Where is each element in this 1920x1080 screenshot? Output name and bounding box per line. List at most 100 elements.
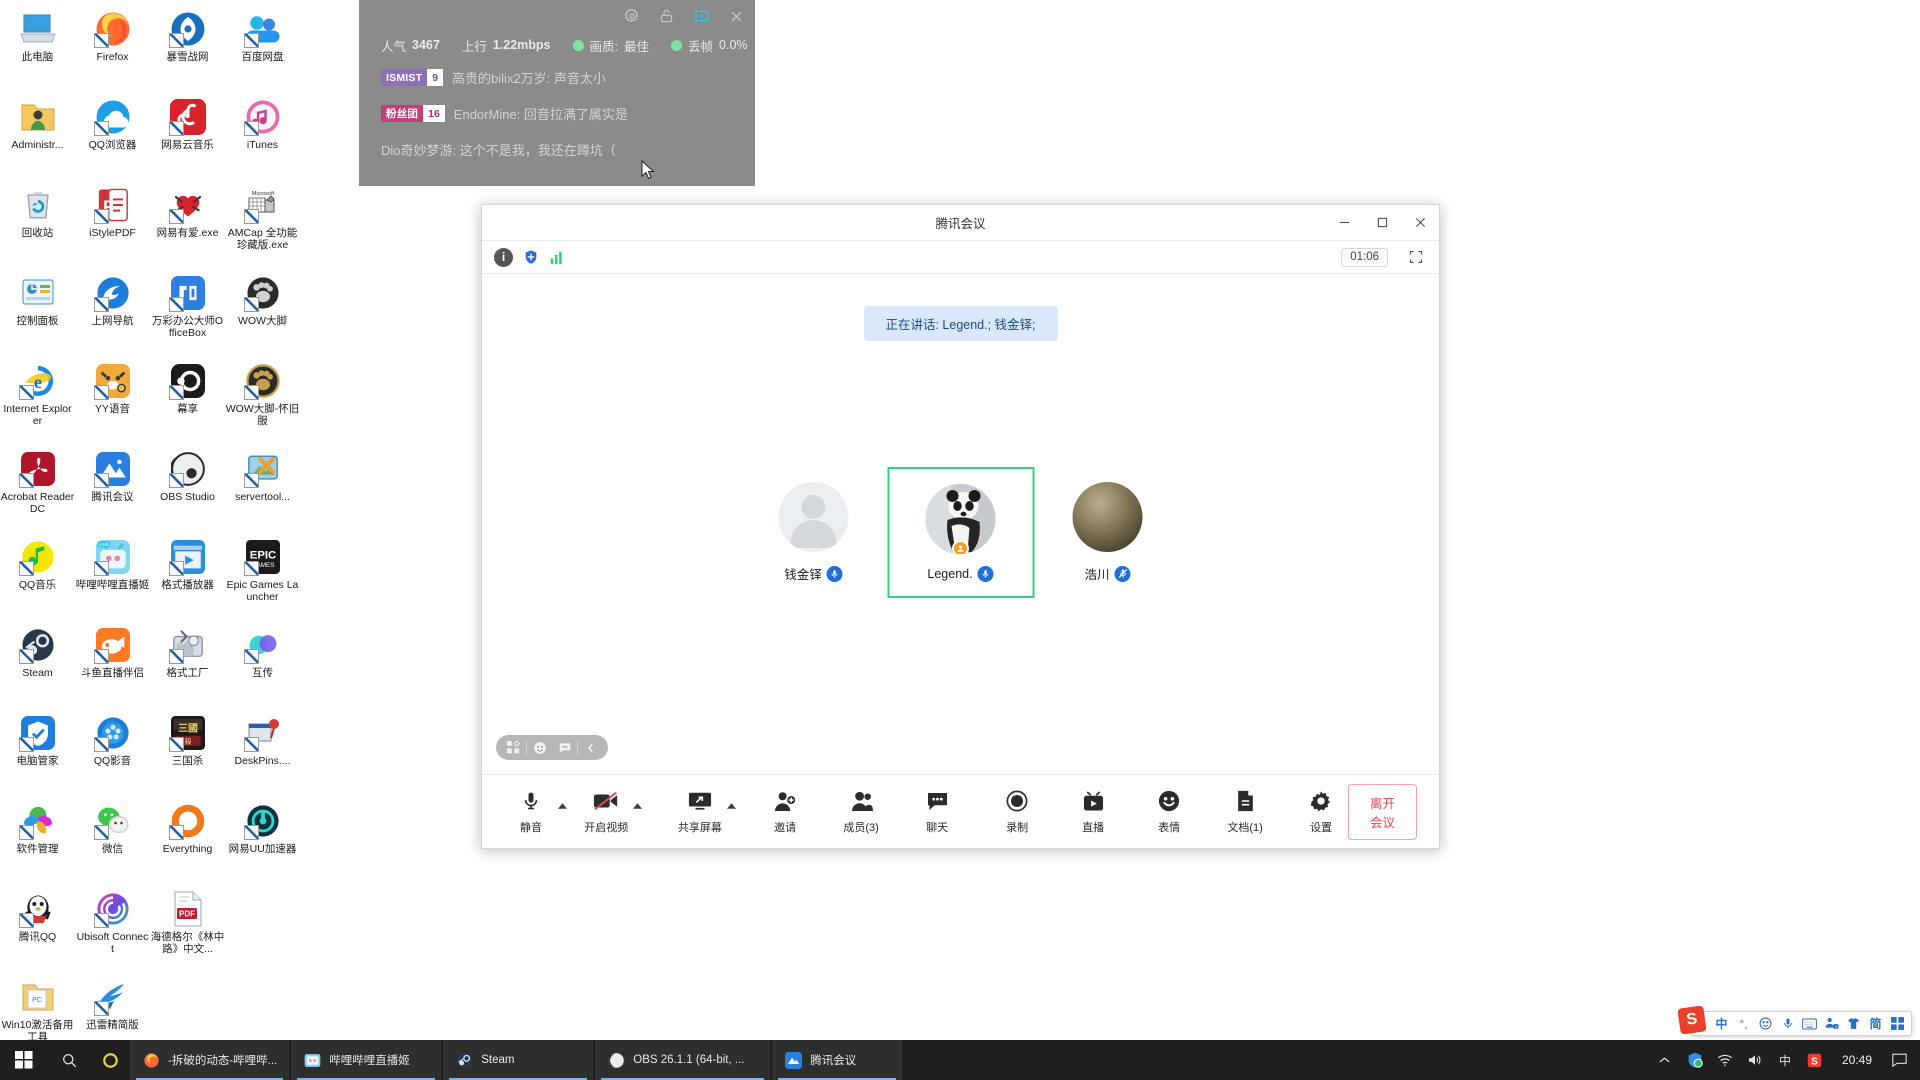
desktop-icon-deskpins-icon[interactable]: DeskPins.... (225, 708, 300, 796)
picture-in-picture-icon[interactable] (693, 8, 710, 25)
desktop-icon-netease-music-icon[interactable]: 网易云音乐 (150, 92, 225, 180)
pc-manager-tray-icon[interactable] (1680, 1040, 1710, 1080)
wifi-icon[interactable] (1710, 1040, 1740, 1080)
desktop-icon-baidu-netdisk-icon[interactable]: 百度网盘 (225, 4, 300, 92)
skin-icon[interactable] (1843, 1013, 1864, 1034)
settings-button[interactable]: 设置 (1294, 788, 1348, 835)
meeting-subbar[interactable]: i 01:06 (482, 241, 1439, 274)
invite-button[interactable]: 邀请 (758, 788, 812, 835)
desktop-icon-user-folder-icon[interactable]: Administr... (0, 92, 75, 180)
windows-start-icon[interactable] (0, 1040, 48, 1080)
close-icon[interactable] (728, 8, 745, 25)
desktop-icon-battlenet-icon[interactable]: 暴雪战网 (150, 4, 225, 92)
desktop-icon-computer-icon[interactable]: 此电脑 (0, 4, 75, 92)
cortana-icon[interactable] (90, 1040, 130, 1080)
desktop-icon-format-player-icon[interactable]: 格式播放器 (150, 532, 225, 620)
start-video-button[interactable]: 开启视频 (579, 788, 633, 835)
tencent-meeting-window[interactable]: 腾讯会议 i 01:06 正在讲话: Legend.; 钱金铎; 钱金铎 Leg… (481, 204, 1440, 849)
taskbar-app-obs[interactable]: OBS 26.1.1 (64-bit, ... (595, 1040, 771, 1080)
taskbar-app-steam[interactable]: Steam (443, 1040, 594, 1080)
desktop[interactable]: 此电脑 Firefox 暴雪战网 百度网盘 Administr... QQ浏览器 网易云音乐… (0, 0, 1920, 1080)
desktop-icon-internet-explorer-icon[interactable]: e Internet Explorer (0, 356, 75, 444)
participant-tile[interactable]: 钱金铎 (740, 467, 887, 598)
desktop-icon-amcap-icon[interactable]: Microsoft AMCap 全功能珍藏版.exe (225, 180, 300, 268)
desktop-icon-qq-music-icon[interactable]: QQ音乐 (0, 532, 75, 620)
shield-icon[interactable] (521, 248, 540, 267)
floating-mini-toolbar[interactable] (496, 735, 608, 760)
volume-icon[interactable] (1740, 1040, 1770, 1080)
desktop-icon-wow-bigfoot-classic-icon[interactable]: WOW大脚-怀旧服 (225, 356, 300, 444)
panel-icon[interactable] (1887, 1013, 1908, 1034)
meeting-toolbar[interactable]: 静音 开启视频 共享屏幕 邀请 成员(3) 聊天 录制 直播 表情 文档(1) … (482, 774, 1439, 848)
desktop-icon-obs-studio-icon[interactable]: OBS Studio (150, 444, 225, 532)
fullscreen-icon[interactable] (1405, 246, 1427, 268)
desktop-icon-control-panel-icon[interactable]: 控制面板 (0, 268, 75, 356)
taskbar-app-firefox[interactable]: -拆破的动态-哔哩哔... (130, 1040, 290, 1080)
ime-simplified-icon[interactable]: 简 (1865, 1013, 1886, 1034)
smiley-icon[interactable] (1755, 1013, 1776, 1034)
sogou-logo-icon[interactable]: S (1677, 1005, 1707, 1035)
desktop-icon-steam-icon[interactable]: Steam (0, 620, 75, 708)
live-broadcast-button[interactable]: 直播 (1066, 788, 1120, 835)
desktop-icon-acrobat-reader-icon[interactable]: Acrobat Reader DC (0, 444, 75, 532)
info-icon[interactable]: i (494, 247, 513, 267)
desktop-icon-wechat-icon[interactable]: 微信 (75, 796, 150, 884)
desktop-icon-netease-youai-icon[interactable]: 网易有爱.exe (150, 180, 225, 268)
desktop-icon-istylepdf-icon[interactable]: PiStylePDF (75, 180, 150, 268)
mute-button[interactable]: 静音 (504, 788, 558, 835)
live-stream-overlay-window[interactable]: 人气 3467 上行 1.22mbps 画质: 最佳 丢帧 0.0% ISMIS (359, 0, 755, 186)
desktop-icon-tencent-meeting-icon[interactable]: 腾讯会议 (75, 444, 150, 532)
desktop-icon-everything-icon[interactable]: Everything (150, 796, 225, 884)
notification-icon[interactable] (1884, 1040, 1914, 1080)
desktop-icon-ubisoft-connect-icon[interactable]: Ubisoft Connect (75, 884, 150, 972)
desktop-icon-bilibili-live-icon[interactable]: LIVE 哔哩哔哩直播姬 (75, 532, 150, 620)
chevron-up-icon[interactable] (1650, 1040, 1680, 1080)
taskbar-app-tencent-meeting[interactable]: 腾讯会议 (772, 1040, 903, 1080)
collapse-chevron-icon[interactable] (578, 735, 603, 760)
ime-mode-chinese[interactable]: 中 (1711, 1013, 1732, 1034)
desktop-icon-sanguosha-icon[interactable]: 三國殺三国杀 (150, 708, 225, 796)
emoji-button[interactable]: 表情 (1142, 788, 1196, 835)
desktop-icon-web-nav-icon[interactable]: 上网导航 (75, 268, 150, 356)
share-options-caret[interactable] (726, 797, 736, 827)
leave-meeting-button[interactable]: 离开会议 (1348, 783, 1417, 840)
mute-options-caret[interactable] (558, 797, 568, 827)
desktop-icon-qq-browser-icon[interactable]: QQ浏览器 (75, 92, 150, 180)
stream-chat-list[interactable]: ISMIST 9 高贵的bilix2万岁: 声音太小 粉丝团 16 EndorM… (359, 58, 755, 159)
desktop-icon-itunes-icon[interactable]: iTunes (225, 92, 300, 180)
desktop-icon-hutrans-icon[interactable]: 互传 (225, 620, 300, 708)
ime-punctuation-icon[interactable]: °, (1733, 1013, 1754, 1034)
gear-icon[interactable] (623, 8, 640, 25)
desktop-icon-tencent-qq-icon[interactable]: 腾讯QQ (0, 884, 75, 972)
video-options-caret[interactable] (633, 797, 643, 827)
sogou-ime-icon[interactable]: S (1800, 1040, 1830, 1080)
participant-tile-active[interactable]: Legend. (887, 467, 1034, 598)
record-button[interactable]: 录制 (990, 788, 1044, 835)
desktop-icon-yy-voice-icon[interactable]: YY语音 (75, 356, 150, 444)
desktop-icon-software-manager-icon[interactable]: 软件管理 (0, 796, 75, 884)
desktop-icon-douyu-live-icon[interactable]: 斗鱼直播伴侣 (75, 620, 150, 708)
members-button[interactable]: 成员(3) (834, 788, 888, 835)
desktop-icon-epic-games-icon[interactable]: EPIC GAMES Epic Games Launcher (225, 532, 300, 620)
microphone-icon[interactable] (1777, 1013, 1798, 1034)
search-icon[interactable] (48, 1040, 90, 1080)
clock[interactable]: 20:49 (1830, 1053, 1884, 1067)
desktop-icon-pdf-document-icon[interactable]: PDF 海德格尔《林中路》中文... (150, 884, 225, 972)
chat-button[interactable]: 聊天 (910, 788, 964, 835)
ime-chinese-icon[interactable]: 中 (1770, 1040, 1800, 1080)
taskbar[interactable]: -拆破的动态-哔哩哔... 哔哩哔哩直播姬 Steam OBS 26.1.1 (… (0, 1040, 1920, 1080)
desktop-icon-letsview-icon[interactable]: 幕享 (150, 356, 225, 444)
share-screen-button[interactable]: 共享屏幕 (673, 788, 727, 835)
desktop-icon-qq-player-icon[interactable]: QQ影音 (75, 708, 150, 796)
desktop-icon-servertool-icon[interactable]: servertool... (225, 444, 300, 532)
desktop-icon-wow-bigfoot-icon[interactable]: WOW大脚 (225, 268, 300, 356)
desktop-icon-format-factory-icon[interactable]: 格式工厂 (150, 620, 225, 708)
toolbox-icon[interactable]: u (1821, 1013, 1842, 1034)
signal-icon[interactable] (548, 248, 567, 267)
meeting-titlebar[interactable]: 腾讯会议 (482, 205, 1439, 241)
desktop-icon-recycle-bin-icon[interactable]: 回收站 (0, 180, 75, 268)
layout-grid-icon[interactable] (501, 735, 526, 760)
desktop-icon-firefox-icon[interactable]: Firefox (75, 4, 150, 92)
keyboard-icon[interactable] (1799, 1013, 1820, 1034)
sogou-ime-toolbar[interactable]: S 中 °, u 简 (1677, 1005, 1912, 1036)
